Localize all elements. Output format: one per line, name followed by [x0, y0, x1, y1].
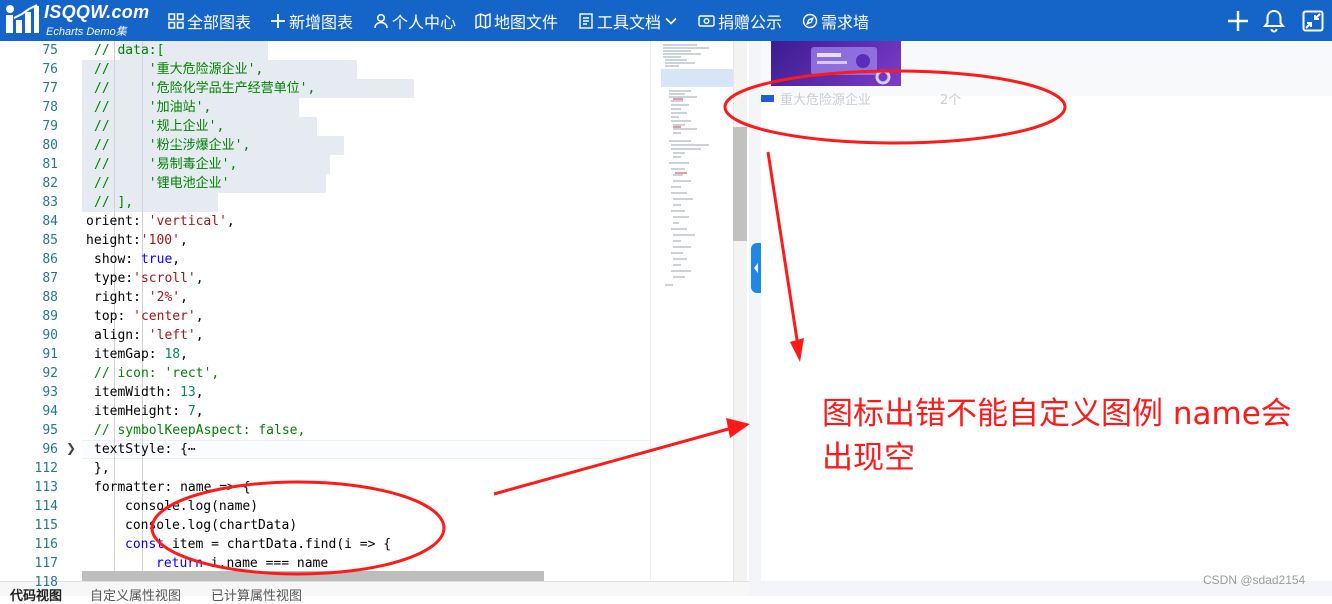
view-tabs: 代码视图 自定义属性视图 已计算属性视图 — [0, 581, 749, 604]
line-number: 114 — [34, 499, 58, 514]
annotation-arrow — [766, 151, 800, 347]
annotation-arrow — [493, 426, 733, 496]
line-number: 96 — [42, 442, 58, 457]
line-number: 95 — [42, 423, 58, 438]
line-number: 117 — [34, 556, 58, 571]
line-number: 113 — [34, 480, 58, 495]
line-number: 112 — [34, 461, 58, 476]
arrowhead — [790, 338, 804, 362]
line-number: 89 — [42, 309, 58, 324]
line-number: 85 — [42, 233, 58, 248]
line-number: 80 — [42, 138, 58, 153]
line-number: 88 — [42, 290, 58, 305]
line-number: 90 — [42, 328, 58, 343]
line-number: 75 — [42, 43, 58, 58]
line-number: 94 — [42, 404, 58, 419]
line-number: 118 — [34, 575, 58, 590]
tab-computed-props-view[interactable]: 已计算属性视图 — [211, 585, 302, 604]
annotation-text: 图标出错不能自定义图例 name会出现空 — [822, 396, 1292, 476]
line-number: 86 — [42, 252, 58, 267]
line-number: 81 — [42, 157, 58, 172]
line-number: 116 — [34, 537, 58, 552]
line-number: 82 — [42, 176, 58, 191]
line-number: 79 — [42, 119, 58, 134]
line-number: 77 — [42, 81, 58, 96]
annotation-ellipse — [150, 480, 446, 576]
line-number: 84 — [42, 214, 58, 229]
annotation-ellipse — [723, 69, 1067, 145]
line-number: 91 — [42, 347, 58, 362]
watermark: CSDN @sdad2154 — [1203, 573, 1306, 587]
tab-custom-props-view[interactable]: 自定义属性视图 — [90, 585, 181, 604]
line-number: 115 — [34, 518, 58, 533]
arrowhead — [726, 418, 750, 438]
annotation-overlay — [150, 69, 1067, 576]
line-number: 92 — [42, 366, 58, 381]
line-number: 93 — [42, 385, 58, 400]
line-number: 83 — [42, 195, 58, 210]
line-number: 87 — [42, 271, 58, 286]
line-number: 76 — [42, 62, 58, 77]
line-number: 78 — [42, 100, 58, 115]
